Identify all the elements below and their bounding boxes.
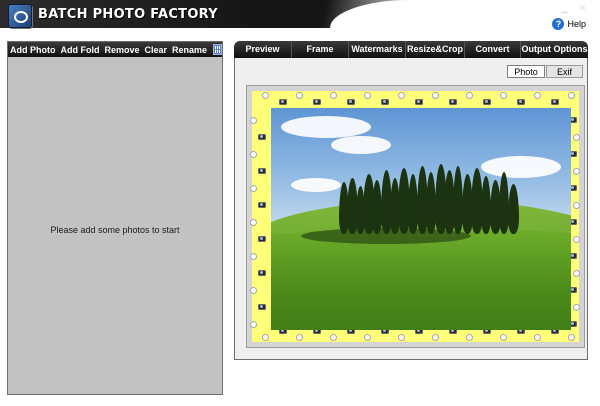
pin-icon bbox=[534, 92, 541, 99]
add-photo-button[interactable]: Add Photo bbox=[10, 45, 56, 55]
rename-button[interactable]: Rename bbox=[172, 45, 207, 55]
camera-icon bbox=[517, 99, 525, 105]
pin-icon bbox=[466, 92, 473, 99]
main-tabs: Preview Frame Watermarks Resize&Crop Con… bbox=[234, 41, 588, 58]
pin-icon bbox=[432, 334, 439, 341]
pin-icon bbox=[250, 287, 257, 294]
pin-icon bbox=[330, 92, 337, 99]
pin-icon bbox=[573, 202, 580, 209]
pin-icon bbox=[398, 334, 405, 341]
tab-convert[interactable]: Convert bbox=[465, 41, 521, 58]
preview-panel: Photo Exif bbox=[234, 58, 588, 360]
pin-icon bbox=[500, 92, 507, 99]
tab-frame[interactable]: Frame bbox=[292, 41, 349, 58]
cloud bbox=[331, 136, 391, 154]
pin-icon bbox=[296, 334, 303, 341]
pin-icon bbox=[573, 270, 580, 277]
help-label: Help bbox=[567, 19, 586, 29]
camera-logo-icon bbox=[8, 4, 32, 28]
pin-icon bbox=[296, 92, 303, 99]
tab-resize-crop[interactable]: Resize&Crop bbox=[406, 41, 465, 58]
camera-icon bbox=[381, 99, 389, 105]
pin-icon bbox=[432, 92, 439, 99]
pin-icon bbox=[568, 334, 575, 341]
add-folder-button[interactable]: Add Fold bbox=[61, 45, 100, 55]
pin-icon bbox=[573, 134, 580, 141]
pin-icon bbox=[250, 219, 257, 226]
minimize-icon[interactable]: ▁ bbox=[557, 3, 572, 13]
cloud bbox=[281, 116, 371, 138]
camera-icon bbox=[483, 99, 491, 105]
pin-icon bbox=[573, 168, 580, 175]
clear-button[interactable]: Clear bbox=[145, 45, 168, 55]
pin-icon bbox=[573, 304, 580, 311]
help-icon: ? bbox=[552, 18, 565, 30]
camera-icon bbox=[551, 99, 559, 105]
pin-icon bbox=[534, 334, 541, 341]
camera-icon bbox=[258, 304, 266, 310]
pin-icon bbox=[364, 334, 371, 341]
camera-icon bbox=[347, 99, 355, 105]
left-toolbar: Add Photo Add Fold Remove Clear Rename bbox=[8, 42, 222, 57]
app-title: BATCH PHOTO FACTORY bbox=[38, 7, 219, 22]
close-icon[interactable]: ✕ bbox=[575, 3, 590, 13]
photo-frame bbox=[250, 91, 580, 342]
pin-icon bbox=[500, 334, 507, 341]
pin-icon bbox=[364, 92, 371, 99]
camera-icon bbox=[415, 99, 423, 105]
pin-icon bbox=[250, 321, 257, 328]
pin-icon bbox=[466, 334, 473, 341]
camera-icon bbox=[258, 134, 266, 140]
subtab-photo[interactable]: Photo bbox=[507, 65, 545, 78]
camera-icon bbox=[258, 168, 266, 174]
remove-button[interactable]: Remove bbox=[105, 45, 140, 55]
title-bar: BATCH PHOTO FACTORY ▁ ✕ ? Help bbox=[0, 0, 600, 34]
camera-icon bbox=[258, 202, 266, 208]
pin-icon bbox=[250, 117, 257, 124]
camera-icon bbox=[313, 99, 321, 105]
pin-icon bbox=[250, 185, 257, 192]
subtab-exif[interactable]: Exif bbox=[546, 65, 583, 78]
tab-watermarks[interactable]: Watermarks bbox=[349, 41, 406, 58]
cloud bbox=[481, 156, 561, 178]
camera-icon bbox=[449, 99, 457, 105]
pin-icon bbox=[250, 253, 257, 260]
cloud bbox=[291, 178, 341, 192]
pin-icon bbox=[330, 334, 337, 341]
help-link[interactable]: ? Help bbox=[552, 18, 586, 30]
tab-output-options[interactable]: Output Options bbox=[521, 41, 588, 58]
pin-icon bbox=[250, 151, 257, 158]
camera-icon bbox=[258, 236, 266, 242]
pin-icon bbox=[568, 92, 575, 99]
field bbox=[271, 228, 571, 330]
pin-icon bbox=[573, 236, 580, 243]
pin-icon bbox=[262, 334, 269, 341]
pin-icon bbox=[262, 92, 269, 99]
tab-preview[interactable]: Preview bbox=[234, 41, 292, 58]
camera-icon bbox=[279, 99, 287, 105]
preview-photo bbox=[271, 108, 571, 330]
preview-canvas bbox=[246, 85, 585, 348]
empty-list-message: Please add some photos to start bbox=[50, 225, 180, 235]
camera-icon bbox=[258, 270, 266, 276]
photo-list-panel[interactable]: Add Photo Add Fold Remove Clear Rename P… bbox=[7, 41, 223, 395]
grid-view-icon[interactable] bbox=[213, 44, 222, 55]
pin-icon bbox=[398, 92, 405, 99]
